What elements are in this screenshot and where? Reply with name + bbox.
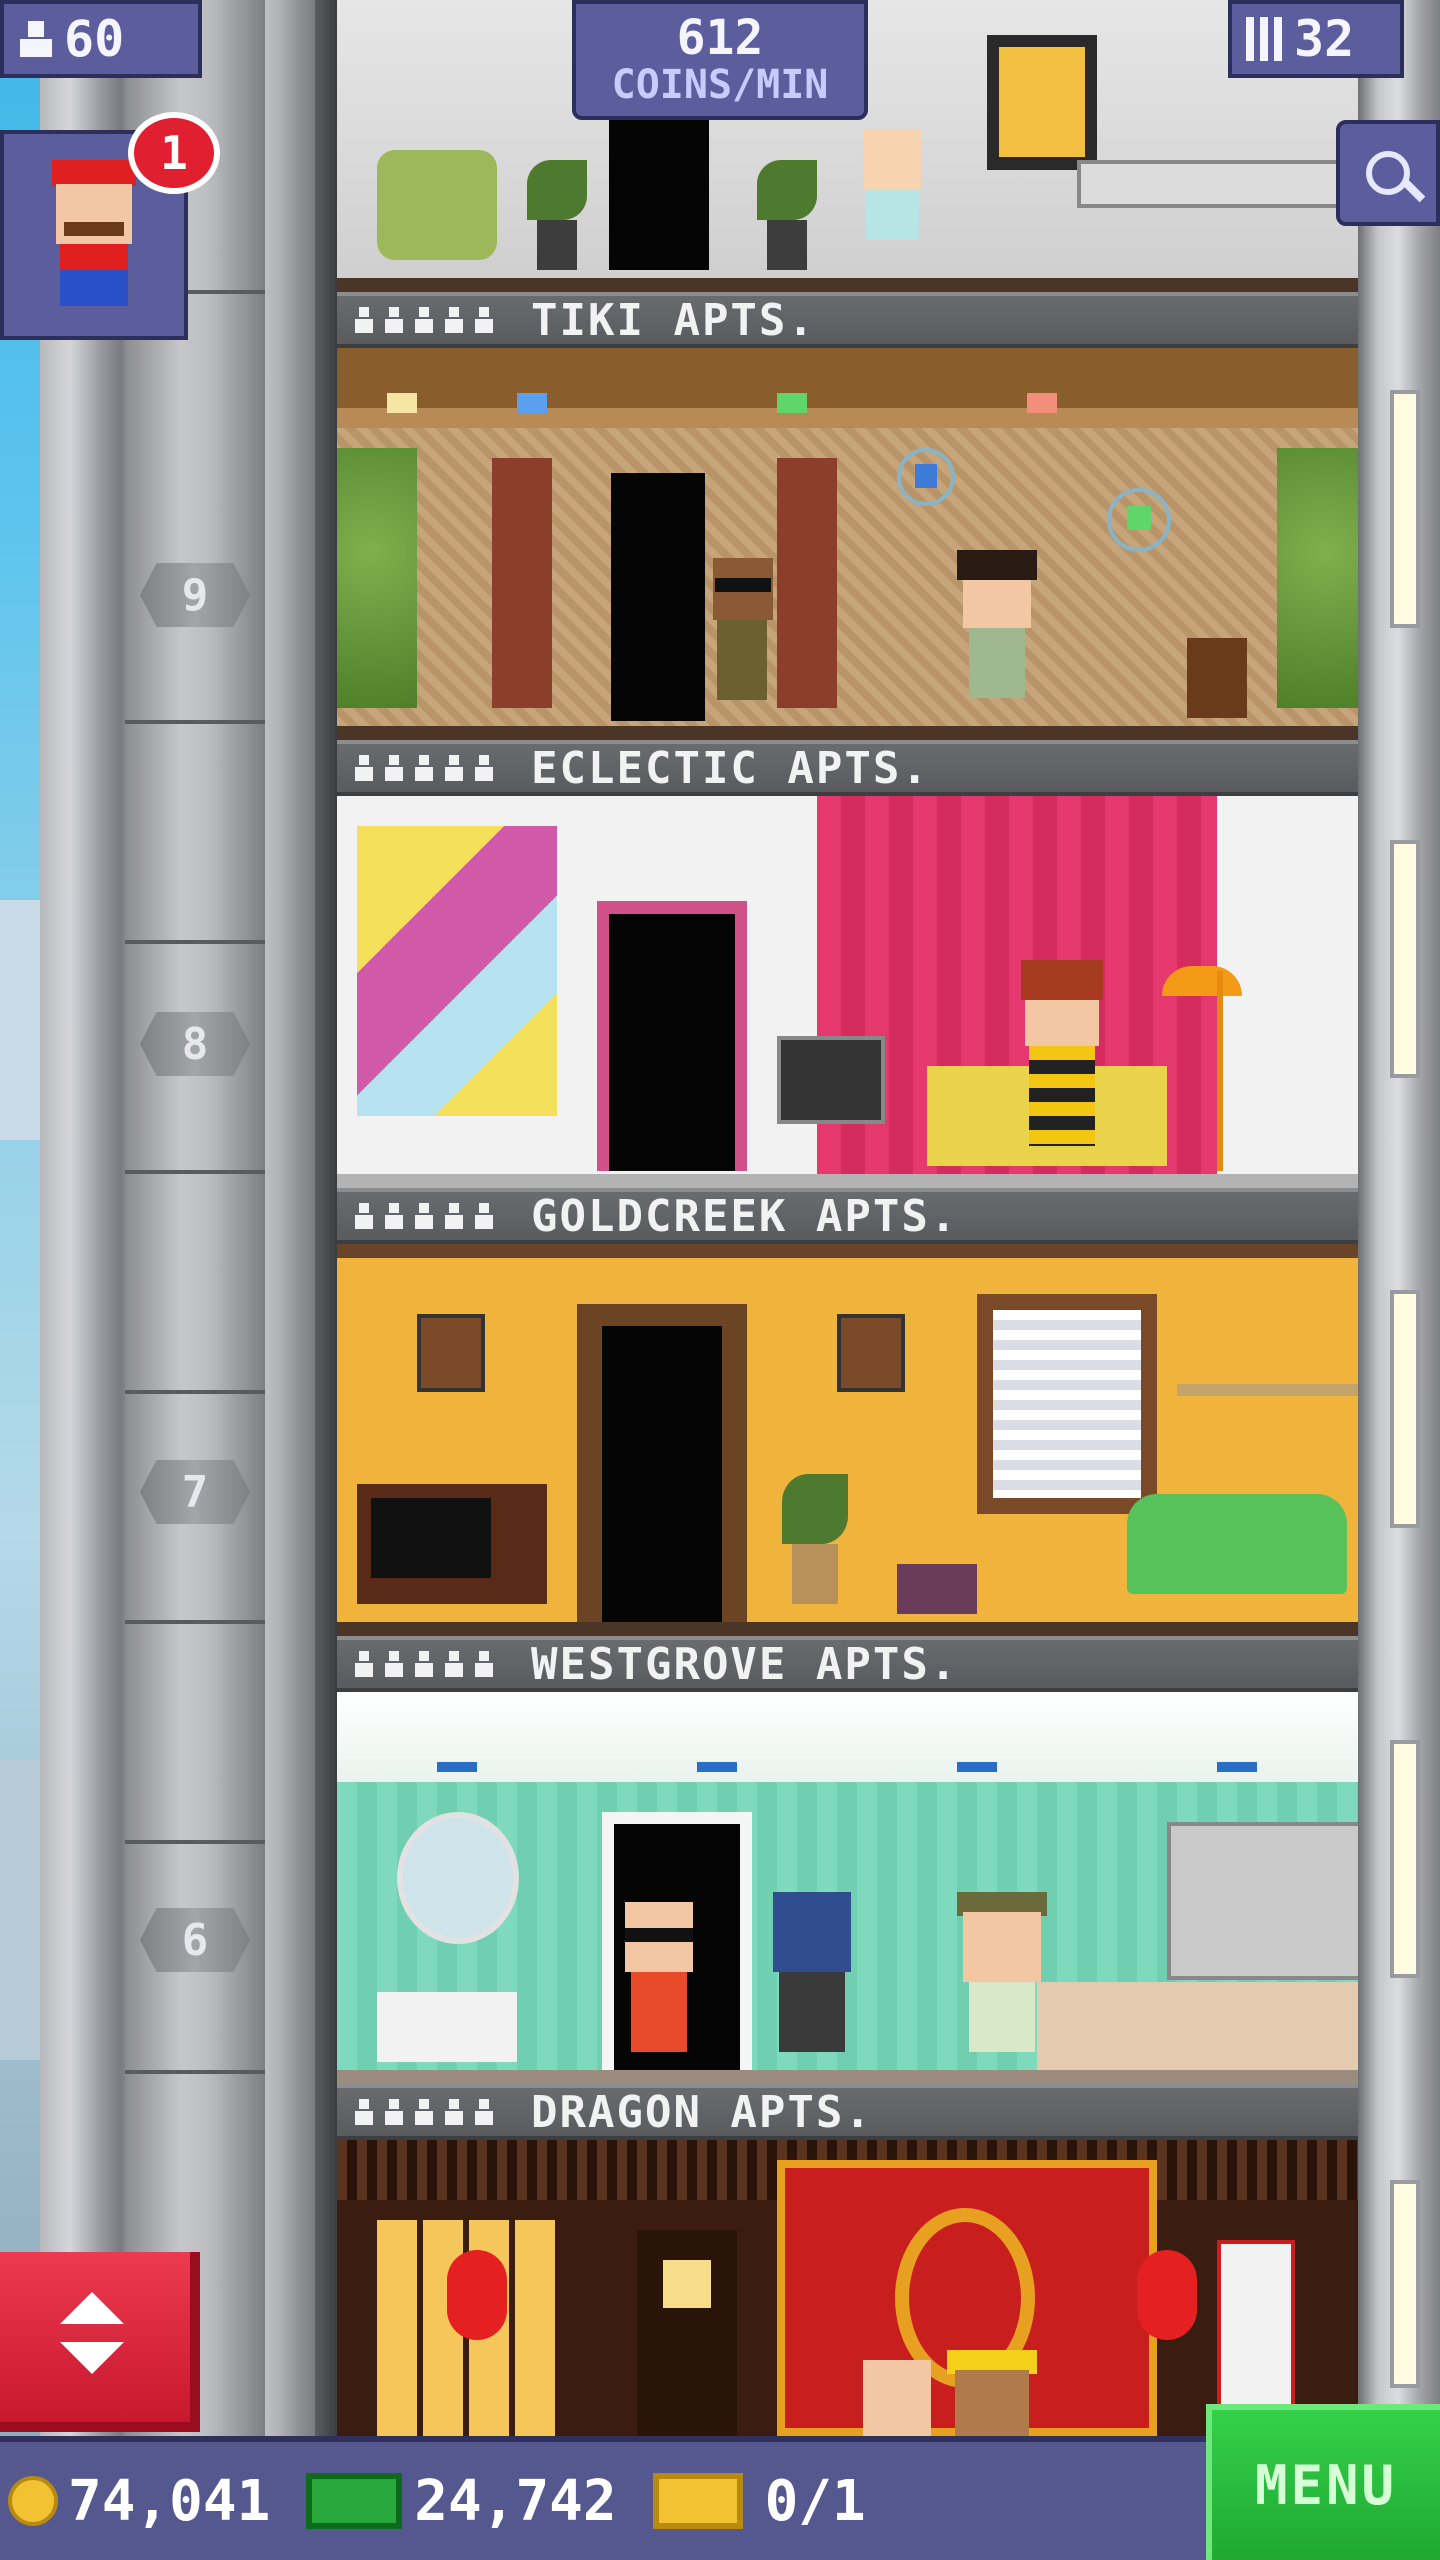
elevator-shaft: [125, 0, 265, 2560]
bird-cage: [1107, 488, 1171, 552]
floor-number-9: 9: [140, 563, 250, 627]
floor-eclectic[interactable]: ECLECTIC APTS.: [337, 740, 1358, 1188]
floors-counter[interactable]: 32: [1228, 0, 1404, 78]
red-lantern: [1137, 2250, 1197, 2340]
apartment-door: [611, 473, 705, 721]
counter: [1077, 160, 1345, 208]
visitor-avatar-icon: [46, 160, 142, 310]
window: [1390, 1290, 1420, 1528]
building-icon: [1246, 17, 1282, 61]
floor-dragon[interactable]: DRAGON APTS.: [337, 2084, 1358, 2436]
resident-capacity-icons: [353, 2097, 495, 2127]
floor-number-7: 7: [140, 1460, 250, 1524]
floor-label: DRAGON APTS.: [337, 2084, 1358, 2140]
floor-name: WESTGROVE APTS.: [531, 1638, 959, 1690]
resident-capacity-icons: [353, 1649, 495, 1679]
floors-count: 32: [1294, 10, 1355, 68]
bux-value: 24,742: [414, 2468, 617, 2534]
apartment-door: [609, 914, 735, 1171]
apartment-door: [602, 1326, 722, 1622]
resident[interactable]: [619, 1902, 699, 2062]
population-counter[interactable]: 60: [0, 0, 202, 78]
population-icon: [16, 19, 56, 59]
plant: [767, 220, 807, 270]
floor-number-8: 8: [140, 1012, 250, 1076]
coins-per-min-label: COINS/MIN: [611, 62, 829, 108]
floor-name: ECLECTIC APTS.: [531, 742, 930, 794]
search-button[interactable]: [1336, 120, 1440, 226]
bamboo-plant: [1277, 448, 1358, 708]
oval-mirror: [397, 1812, 519, 1944]
floor-label: TIKI APTS.: [337, 292, 1358, 348]
resident[interactable]: [957, 550, 1037, 718]
picture-frame: [987, 35, 1097, 170]
population-value: 60: [64, 10, 125, 68]
resident-capacity-icons: [353, 753, 495, 783]
resident[interactable]: [957, 1892, 1047, 2062]
floor-label: GOLDCREEK APTS.: [337, 1188, 1358, 1244]
kitchen-cabinet: [1167, 1822, 1358, 1980]
green-sofa: [1127, 1494, 1347, 1594]
floor-name: DRAGON APTS.: [531, 2086, 873, 2138]
resident[interactable]: [857, 2360, 937, 2436]
wall-shelf: [1177, 1384, 1358, 1396]
floor-goldcreek[interactable]: GOLDCREEK APTS.: [337, 1188, 1358, 1636]
resident[interactable]: [767, 1892, 857, 2062]
plant: [537, 220, 577, 270]
building-edge: [315, 0, 337, 2560]
retro-tv: [357, 1484, 547, 1604]
floor-name: GOLDCREEK APTS.: [531, 1190, 959, 1242]
menu-button[interactable]: MENU: [1206, 2404, 1440, 2560]
resident-capacity-icons: [353, 305, 495, 335]
tiki-statue: [777, 458, 837, 708]
window: [1390, 840, 1420, 1078]
coins-per-min-panel: 612 COINS/MIN: [572, 0, 868, 120]
floor-label: WESTGROVE APTS.: [337, 1636, 1358, 1692]
vip-value: 0/1: [764, 2468, 866, 2534]
distant-building: [0, 1760, 40, 2060]
armchair: [377, 150, 497, 260]
magnifier-icon: [1366, 151, 1426, 203]
floor-tiki[interactable]: TIKI APTS.: [337, 292, 1358, 740]
coin-icon: [8, 2476, 58, 2526]
floor-westgrove[interactable]: WESTGROVE APTS.: [337, 1636, 1358, 2084]
up-down-arrows-icon: [60, 2292, 124, 2324]
coins-value: 74,041: [68, 2468, 271, 2534]
floor-name: TIKI APTS.: [531, 294, 816, 346]
resident[interactable]: [1017, 960, 1107, 1166]
kitchen-counter: [1037, 1982, 1358, 2070]
portrait-frame: [417, 1314, 485, 1392]
resident-capacity-icons: [353, 1201, 495, 1231]
tiki-statue: [492, 458, 552, 708]
notification-badge: 1: [128, 112, 220, 194]
red-lantern: [447, 2250, 507, 2340]
window: [1390, 390, 1420, 628]
bird-cage: [897, 448, 955, 506]
window: [1390, 2180, 1420, 2388]
abstract-painting: [357, 826, 557, 1116]
bux-icon: [306, 2473, 403, 2529]
distant-building: [0, 900, 40, 1140]
floor-lamp: [1162, 966, 1242, 996]
portrait-frame: [837, 1314, 905, 1392]
window: [1390, 1740, 1420, 1978]
apartment-door: [637, 2230, 737, 2436]
coins-per-min-value: 612: [676, 10, 764, 66]
side-table: [1187, 638, 1247, 718]
vip-ticket-icon: [652, 2473, 743, 2529]
elevator-button[interactable]: [0, 2252, 200, 2432]
plant: [792, 1544, 838, 1604]
vanity-table: [377, 1992, 517, 2062]
lobby-door: [609, 110, 709, 270]
book-stack: [897, 1564, 977, 1614]
bamboo-plant: [337, 448, 417, 708]
floor-label: ECLECTIC APTS.: [337, 740, 1358, 796]
resident[interactable]: [857, 130, 927, 270]
resident[interactable]: [947, 2350, 1037, 2436]
window-frame: [977, 1294, 1157, 1514]
resident[interactable]: [707, 558, 777, 718]
tv: [777, 1036, 885, 1124]
tower-right-wall: [1358, 0, 1440, 2560]
floor-number-6: 6: [140, 1908, 250, 1972]
